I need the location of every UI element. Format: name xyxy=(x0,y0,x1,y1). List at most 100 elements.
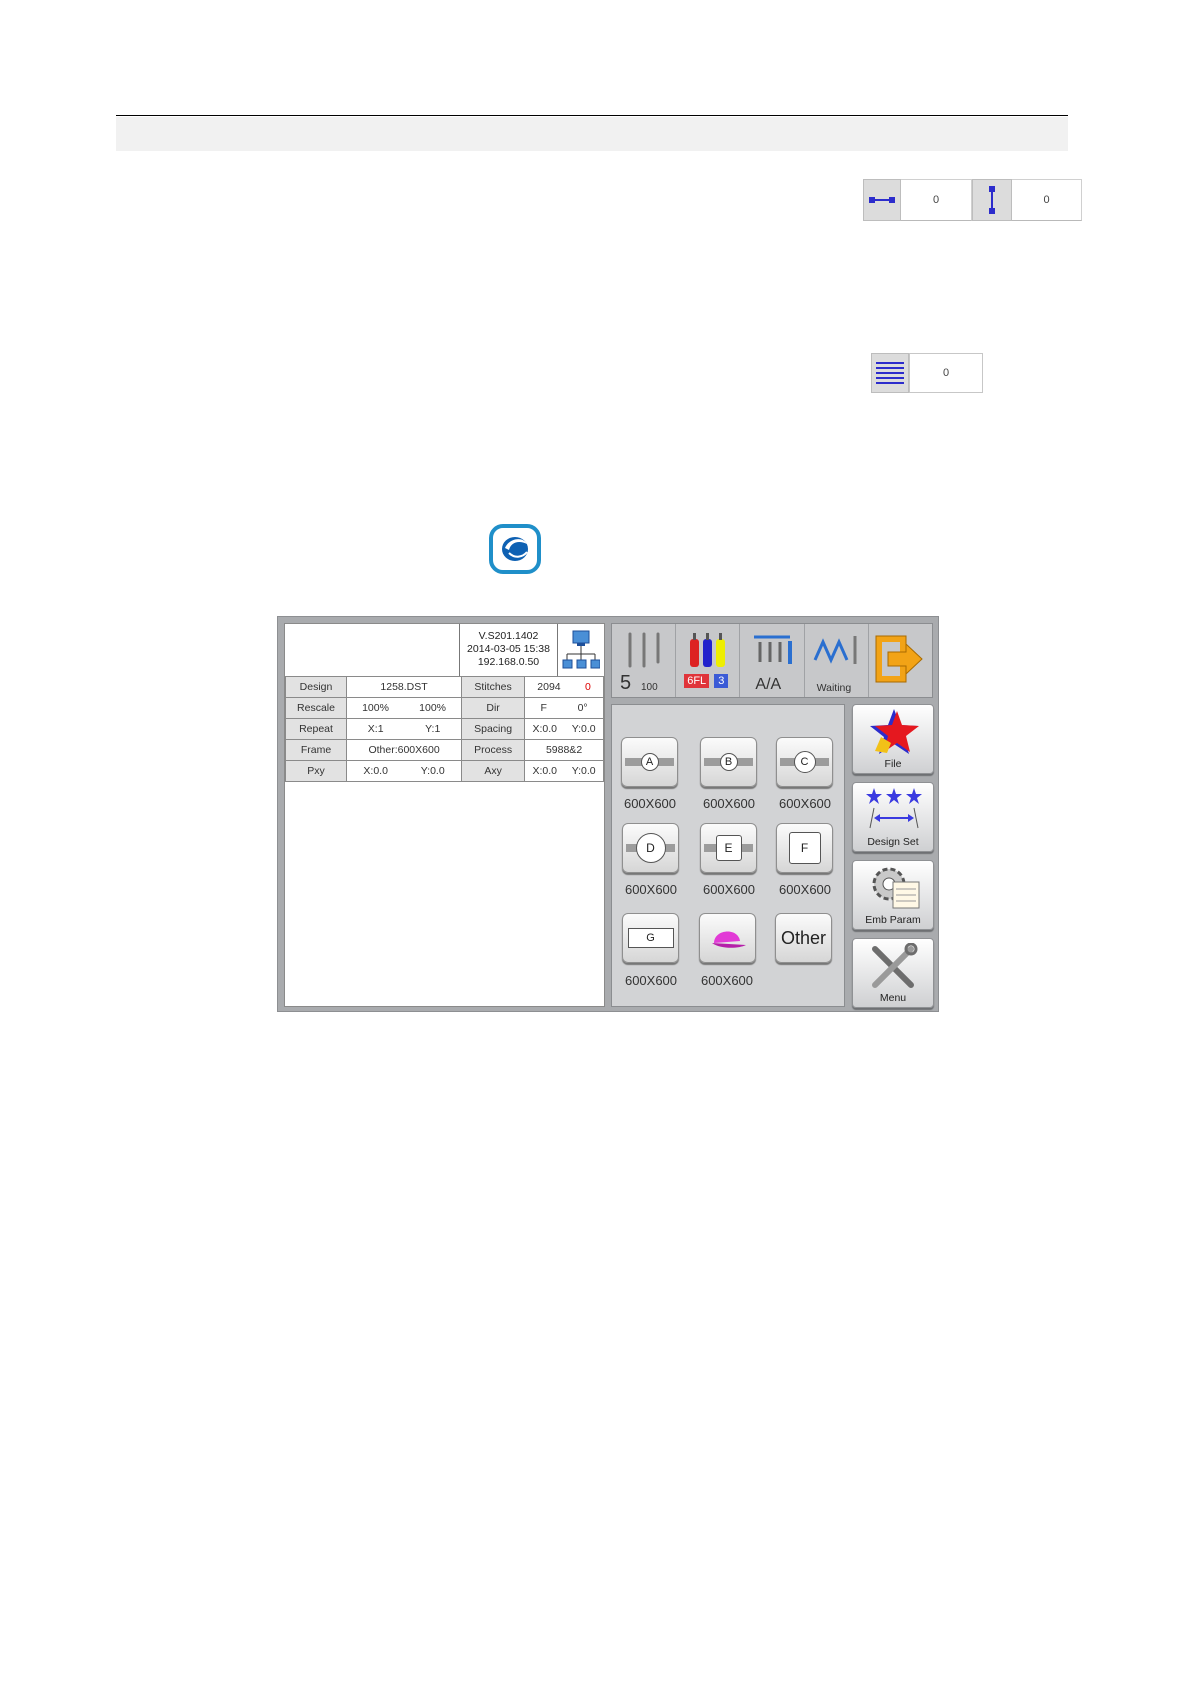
file-button-label: File xyxy=(884,758,902,770)
lines-value: 0 xyxy=(909,353,983,393)
horizontal-offset-icon[interactable] xyxy=(863,179,901,221)
frame-letter: F xyxy=(788,832,821,864)
design-info-table: Design 1258.DST Stitches 2094 0 Rescale 1… xyxy=(285,676,604,782)
frame-button-f[interactable]: F xyxy=(776,823,833,873)
cap-icon xyxy=(711,931,746,948)
frame-button-g[interactable]: G xyxy=(622,913,679,963)
frame-size-label: 600X600 xyxy=(778,796,832,811)
star-file-icon xyxy=(870,709,919,754)
row-label: Dir xyxy=(461,697,526,719)
status-bar: 5 100 6FL 3 A/A Waiting xyxy=(611,623,933,698)
row-value: 1258.DST xyxy=(345,676,463,698)
needle-number: 5 xyxy=(620,672,632,694)
process-value: 5988&2 xyxy=(545,744,583,756)
row-label: Design xyxy=(285,676,347,698)
row-value: X:0.0 Y:0.0 xyxy=(524,760,604,782)
version-text: V.S201.1402 xyxy=(478,630,539,642)
needle-status[interactable]: 5 100 xyxy=(612,624,677,697)
frame-button-a[interactable]: A xyxy=(621,737,678,787)
axy-y: Y:0.0 xyxy=(571,765,596,777)
frame-button-d[interactable]: D xyxy=(622,823,679,873)
design-file-value: 1258.DST xyxy=(380,681,428,693)
vertical-offset-value: 0 xyxy=(1012,179,1082,221)
design-set-button-label: Design Set xyxy=(867,836,919,848)
angle-value: 0° xyxy=(577,702,588,714)
row-value: X:1 Y:1 xyxy=(345,718,463,740)
table-row: Pxy X:0.0 Y:0.0 Axy X:0.0 Y:0.0 xyxy=(285,760,604,782)
repeat-x: X:1 xyxy=(367,723,384,735)
row-value: 2094 0 xyxy=(524,676,604,698)
frame-size-label: 600X600 xyxy=(624,882,678,897)
mode-status[interactable]: A/A xyxy=(740,624,805,697)
machine-state: Waiting xyxy=(816,682,852,694)
row-label: Rescale xyxy=(285,697,347,719)
dir-value: F xyxy=(540,702,547,714)
emb-param-button[interactable]: Emb Param xyxy=(852,860,934,930)
frame-size-label: 600X600 xyxy=(778,882,832,897)
frame-letter: E xyxy=(715,835,742,861)
file-button[interactable]: File xyxy=(852,704,934,774)
stitches-current: 0 xyxy=(584,681,591,693)
design-preview-area[interactable] xyxy=(285,782,604,1006)
frame-size-label: 600X600 xyxy=(700,973,754,988)
frame-value: Other:600X600 xyxy=(368,744,440,756)
needle-shift-icon xyxy=(754,635,793,664)
row-label: Axy xyxy=(461,760,526,782)
design-set-icon xyxy=(866,788,922,829)
row-label: Repeat xyxy=(285,718,347,740)
frame-selection-area: A 600X600 B 600X600 C 600X600 D 600X600 … xyxy=(611,704,845,1007)
row-label: Pxy xyxy=(285,760,347,782)
frame-size-label: 600X600 xyxy=(623,796,677,811)
cap-frame-button[interactable] xyxy=(699,913,756,963)
lines-icon[interactable] xyxy=(871,353,909,393)
row-label: Frame xyxy=(285,739,347,761)
row-label: Process xyxy=(461,739,526,761)
frame-button-e[interactable]: E xyxy=(700,823,757,873)
other-frame-button[interactable]: Other xyxy=(775,913,832,963)
color-number-tag: 3 xyxy=(714,674,729,688)
top-rule xyxy=(116,115,1068,116)
table-row: Rescale 100% 100% Dir F 0° xyxy=(285,697,604,719)
horizontal-offset-value: 0 xyxy=(901,179,972,221)
ip-text: 192.168.0.50 xyxy=(477,656,540,668)
header-band xyxy=(116,117,1068,151)
gear-settings-icon xyxy=(872,867,920,909)
control-screen: V.S201.1402 2014-03-05 15:38 192.168.0.5… xyxy=(277,616,939,1012)
tools-menu-icon xyxy=(872,943,918,988)
spacing-y: Y:0.0 xyxy=(571,723,596,735)
rescale-y: 100% xyxy=(419,702,446,714)
row-value: 100% 100% xyxy=(345,697,463,719)
frame-button-b[interactable]: B xyxy=(700,737,757,787)
table-row: Frame Other:600X600 Process 5988&2 xyxy=(285,739,604,761)
offset-widget-row: 0 0 xyxy=(863,179,1082,221)
row-value: X:0.0 Y:0.0 xyxy=(345,760,463,782)
emb-param-button-label: Emb Param xyxy=(865,914,921,926)
lines-widget-row: 0 xyxy=(871,353,983,393)
frame-letter: B xyxy=(719,753,738,771)
exit-icon xyxy=(875,635,923,683)
pxy-x: X:0.0 xyxy=(363,765,388,777)
row-label: Spacing xyxy=(461,718,526,740)
network-icon[interactable] xyxy=(558,624,604,676)
table-row: Repeat X:1 Y:1 Spacing X:0.0 Y:0.0 xyxy=(285,718,604,740)
design-set-button[interactable]: Design Set xyxy=(852,782,934,852)
row-value: F 0° xyxy=(524,697,604,719)
menu-button[interactable]: Menu xyxy=(852,938,934,1008)
frame-letter: C xyxy=(793,751,816,773)
rescale-x: 100% xyxy=(362,702,389,714)
vertical-offset-icon[interactable] xyxy=(972,179,1012,221)
stitches-total: 2094 xyxy=(537,681,561,693)
table-row: Design 1258.DST Stitches 2094 0 xyxy=(285,676,604,698)
pxy-y: Y:0.0 xyxy=(420,765,445,777)
zigzag-stitch-icon xyxy=(813,636,857,664)
exit-button[interactable] xyxy=(869,624,932,697)
frame-size-label: 600X600 xyxy=(702,882,756,897)
frame-size-label: 600X600 xyxy=(624,973,678,988)
frame-letter: D xyxy=(635,833,666,863)
mode-value: A/A xyxy=(755,676,782,693)
frame-size-label: 600X600 xyxy=(702,796,756,811)
frame-button-c[interactable]: C xyxy=(776,737,833,787)
color-status[interactable]: 6FL 3 xyxy=(676,624,741,697)
other-label: Other xyxy=(780,927,827,948)
machine-status[interactable]: Waiting xyxy=(805,624,869,697)
